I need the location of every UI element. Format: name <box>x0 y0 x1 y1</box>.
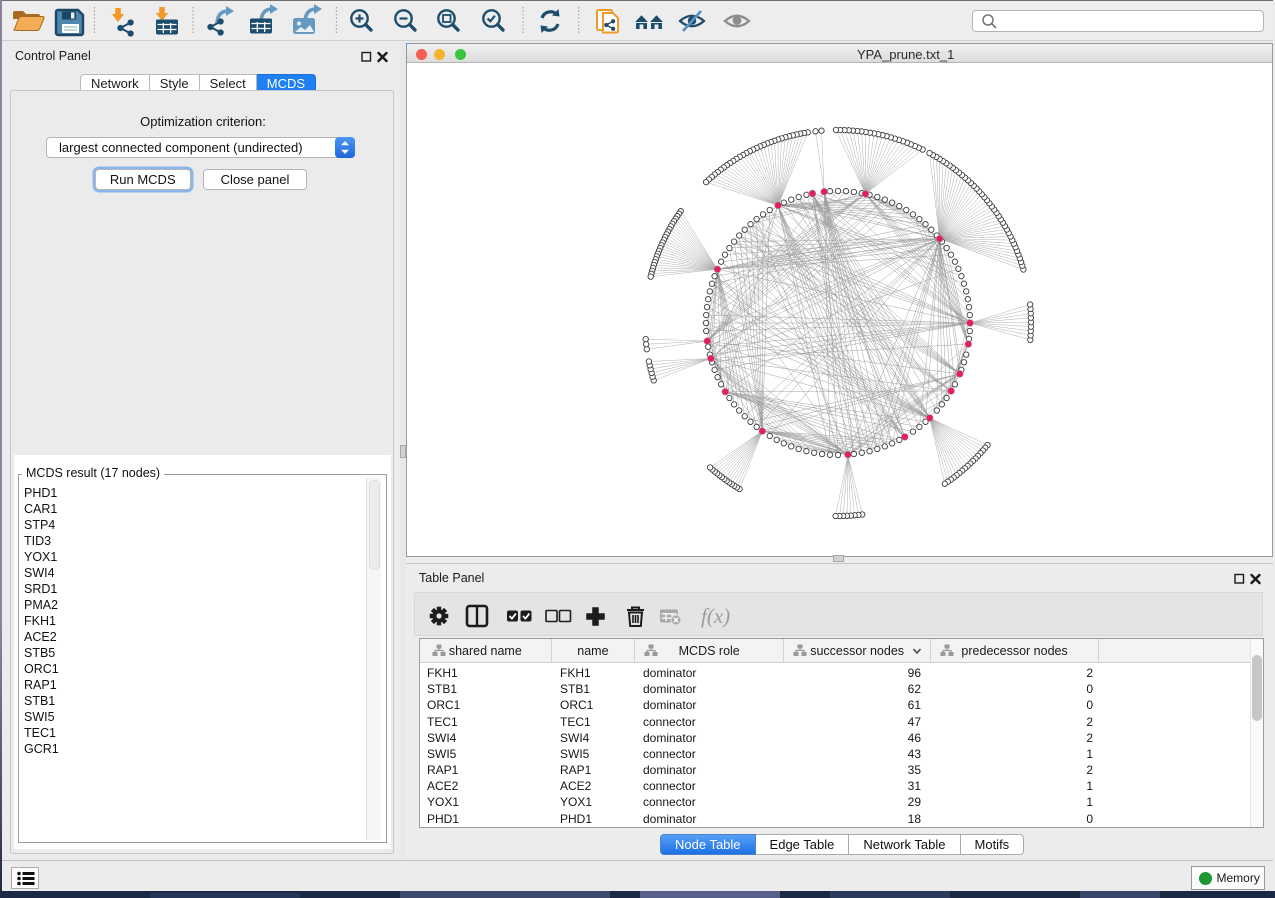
svg-text:f(x): f(x) <box>701 604 730 628</box>
